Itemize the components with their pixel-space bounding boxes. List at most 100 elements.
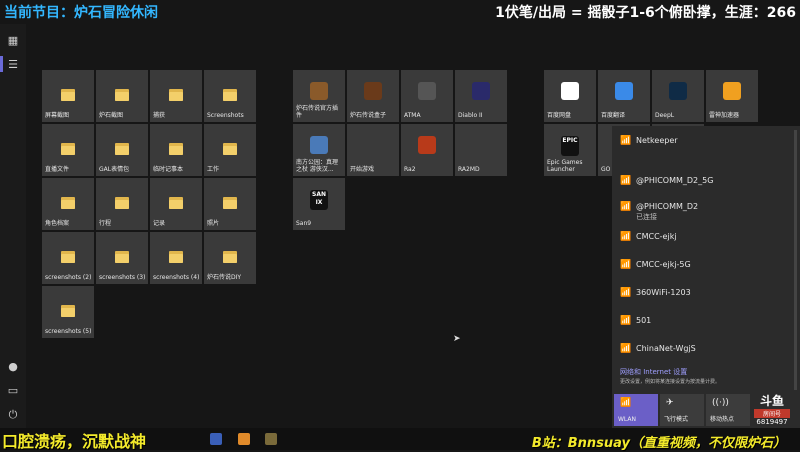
wifi-signal-icon: 📶 [620,136,632,146]
tile-folder[interactable]: 捕获 [150,70,202,122]
tile-start-game[interactable]: 开始游戏 [347,124,399,176]
tile-leishen[interactable]: 雷神加速器 [706,70,758,122]
list-icon[interactable]: ☰ [6,58,20,72]
tile-label: San9 [296,220,312,227]
wifi-flyout-panel: 📶 Netkeeper 📶 @PHICOMM_D2_5G 📶 @PHICOMM_D2 已连接… [612,126,800,428]
wifi-scrollbar[interactable] [794,130,797,390]
tile-label: ATMA [404,112,421,119]
tile-folder[interactable]: 炉石截图 [96,70,148,122]
san9-icon: SAN IX [310,190,328,210]
power-icon[interactable]: ⏻ [6,408,20,422]
tile-label: Epic Games Launcher [547,159,583,173]
network-settings-desc: 更改设置，例如将某连接设置为按流量计费。 [620,379,721,385]
tile-folder[interactable]: screenshots (3) [96,232,148,284]
stream-program-title: 当前节目：炉石冒险休闲 [4,5,158,21]
tile-san9[interactable]: SAN IX San9 [293,178,345,230]
pictures-icon[interactable]: ▭ [6,384,20,398]
wifi-network-name: CMCC-ejkj-5G [636,260,691,269]
tile-folder[interactable]: GAL表情包 [96,124,148,176]
wifi-signal-icon: 📶 [620,344,632,354]
tile-south-park[interactable]: 南方公园：真理之杖 游侠汉... [293,124,345,176]
tile-baidu-translate[interactable]: 百度翻译 [598,70,650,122]
tile-label: 照片 [207,220,220,227]
wifi-signal-icon: 📶 [620,232,632,242]
tile-atma[interactable]: ATMA [401,70,453,122]
network-settings-link[interactable]: 网络和 Internet 设置 [620,367,687,377]
tile-folder[interactable]: 工作 [204,124,256,176]
user-avatar-icon[interactable]: ● [6,360,20,374]
rail-active-indicator [0,56,3,72]
mobile-hotspot-toggle[interactable]: ((·)) 移动热点 [706,394,750,426]
tile-folder[interactable]: 照片 [204,178,256,230]
tile-label: screenshots (4) [153,274,200,281]
tile-label: screenshots (5) [45,328,92,335]
wifi-network-item[interactable]: 📶 CMCC-ejkj-5G [620,260,691,270]
south-park-icon [310,136,328,154]
start-menu-rail: ▦ ☰ ● ▭ ⏻ [0,24,26,428]
deepl-icon [669,82,687,100]
folder-icon [61,87,75,101]
tile-label: GAL表情包 [99,166,130,173]
leishen-icon [723,82,741,100]
tile-hearthstone-plugin[interactable]: 炉石传说官方插件 [293,70,345,122]
tile-deepl[interactable]: DeepL [652,70,704,122]
tiles-icon[interactable]: ▦ [6,34,20,48]
ra2md-icon [472,136,490,154]
tile-label: Diablo II [458,112,483,119]
quick-action-label: WLAN [618,416,637,423]
wifi-signal-icon: 📶 [620,260,632,270]
tile-folder[interactable]: 屏幕截图 [42,70,94,122]
tile-label: 开始游戏 [350,166,375,173]
tile-ra2md[interactable]: RA2MD [455,124,507,176]
tile-folder[interactable]: 炉石传说DIY [204,232,256,284]
tile-folder[interactable]: Screenshots [204,70,256,122]
mouse-cursor-icon: ➤ [453,334,461,344]
taskbar-app-icon-2[interactable] [238,433,250,445]
tile-label: 直播文件 [45,166,70,173]
tile-folder[interactable]: 记录 [150,178,202,230]
wifi-network-item[interactable]: 📶 @PHICOMM_D2 已连接 [620,202,698,222]
taskbar-app-icon-1[interactable] [210,433,222,445]
hearthstone-box-icon [364,82,382,100]
folder-icon [169,141,183,155]
tile-diablo[interactable]: Diablo II [455,70,507,122]
quick-action-icon: ((·)) [712,398,729,408]
wifi-network-item[interactable]: 📶 501 [620,316,651,326]
tile-epic[interactable]: EPIC Epic Games Launcher [544,124,596,176]
wifi-network-item[interactable]: 📶 CMCC-ejkj [620,232,677,242]
airplane-mode-toggle[interactable]: ✈ 飞行模式 [660,394,704,426]
tile-ra2[interactable]: Ra2 [401,124,453,176]
wifi-network-item[interactable]: 📶 @PHICOMM_D2_5G [620,176,713,186]
tile-hearthstone-box[interactable]: 炉石传说盒子 [347,70,399,122]
wifi-network-item[interactable]: 📶 360WiFi-1203 [620,288,691,298]
quick-action-label: 移动热点 [710,416,735,423]
stream-status-text: 口腔溃疡，沉默战神 [2,432,147,451]
folder-icon [115,249,129,263]
folder-icon [223,87,237,101]
quick-action-icon: ✈ [666,398,674,408]
wifi-signal-icon: 📶 [620,176,632,186]
tile-folder[interactable]: screenshots (4) [150,232,202,284]
diablo-icon [472,82,490,100]
stream-rule-text: 1伏笔/出局 = 摇骰子1-6个俯卧撑，生涯：266 [495,5,796,21]
tile-label: 南方公园：真理之杖 游侠汉... [296,159,339,173]
tile-baidu-netdisk[interactable]: 百度网盘 [544,70,596,122]
folder-icon [169,87,183,101]
ra2-icon [418,136,436,154]
tile-folder[interactable]: 临时记事本 [150,124,202,176]
folder-icon [223,195,237,209]
taskbar-app-icon-3[interactable] [265,433,277,445]
tile-folder[interactable]: screenshots (2) [42,232,94,284]
douyu-room-label: 房间号 [754,409,790,418]
tile-label: 百度网盘 [547,112,572,119]
wifi-network-item[interactable]: 📶 ChinaNet-WgjS [620,344,696,354]
tile-folder[interactable]: 直播文件 [42,124,94,176]
tile-label: 行程 [99,220,112,227]
hearthstone-plugin-icon [310,82,328,100]
tile-folder[interactable]: 行程 [96,178,148,230]
wlan-toggle[interactable]: 📶 WLAN [614,394,658,426]
tile-folder[interactable]: screenshots (5) [42,286,94,338]
wifi-network-item[interactable]: 📶 Netkeeper [620,136,678,146]
tile-folder[interactable]: 角色档案 [42,178,94,230]
folder-icon [223,249,237,263]
